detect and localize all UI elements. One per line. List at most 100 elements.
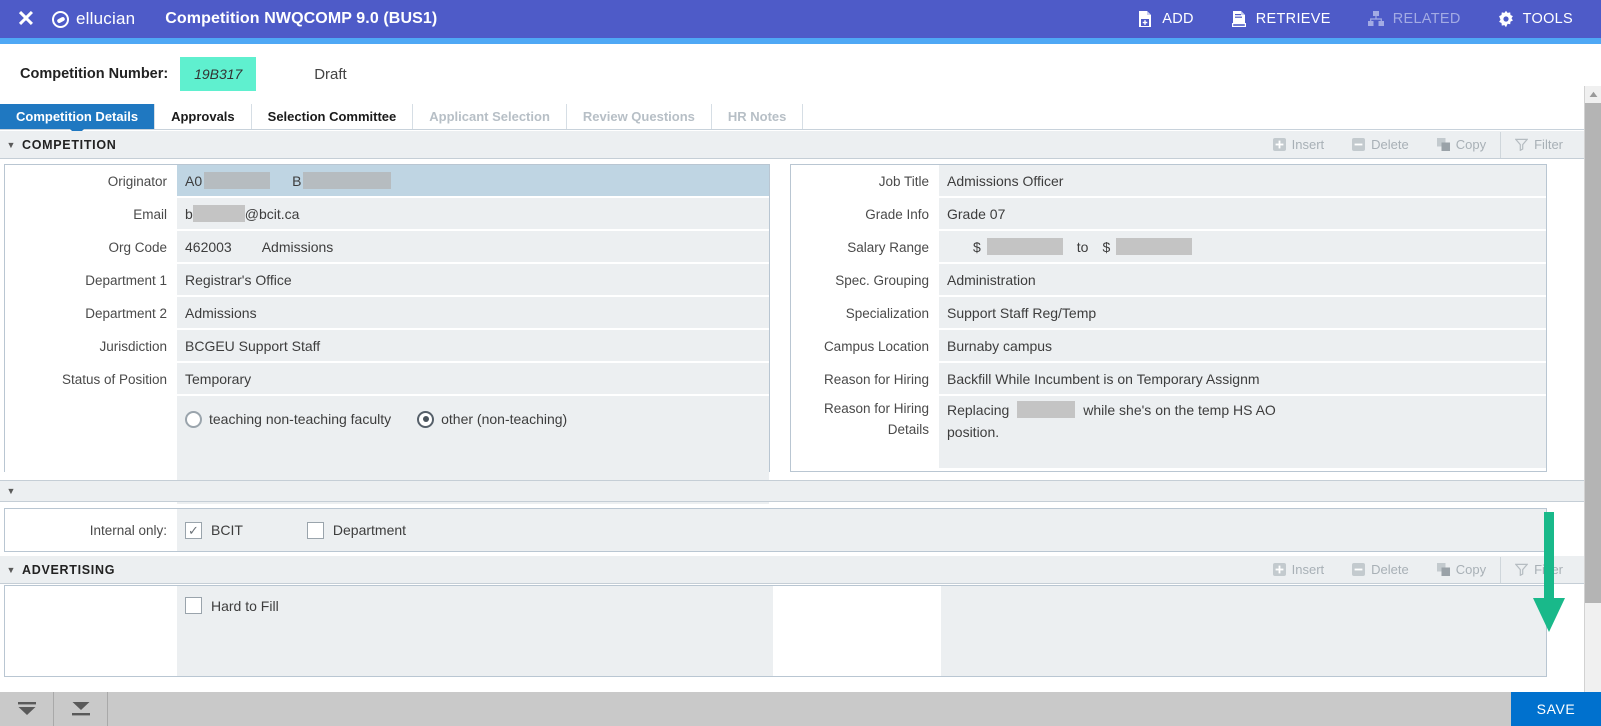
salary-range-joiner: to [1076,238,1089,255]
copy-icon [1436,563,1450,576]
tab-review-questions: Review Questions [566,104,712,129]
banner-application-window: ✕ ellucian Competition NWQCOMP 9.0 (BUS1… [0,0,1601,726]
competition-right-panel: Job Title Admissions Officer Grade Info … [790,164,1547,472]
checkbox-bcit[interactable]: ✓ BCIT [185,521,243,539]
delete-button[interactable]: Delete [1338,132,1423,158]
radio-teaching-non-teaching-faculty[interactable]: teaching non-teaching faculty [185,410,391,428]
advertising-insert-button[interactable]: Insert [1259,557,1339,583]
campus-location-label: Campus Location [791,330,939,363]
advertising-delete-button[interactable]: Delete [1338,557,1423,583]
competition-number-input[interactable]: 19B317 [180,57,257,91]
advertising-panel: Hard to Fill [4,585,1547,677]
advertising-delete-label: Delete [1371,562,1409,577]
tools-button[interactable]: TOOLS [1479,0,1591,38]
ellucian-mark-icon [52,10,69,28]
field-row-spec-grouping: Spec. Grouping Administration [791,264,1546,297]
email-redacted [192,205,245,222]
reason-for-hiring-value[interactable]: Backfill While Incumbent is on Temporary… [939,363,1546,396]
field-row-salary-range: Salary Range $ to $ [791,231,1546,264]
field-row-job-title: Job Title Admissions Officer [791,165,1546,198]
go-to-last-button[interactable] [54,692,108,726]
radio-other-non-teaching[interactable]: other (non-teaching) [417,410,567,428]
copy-button[interactable]: Copy [1423,132,1500,158]
caret-up-icon [1589,91,1598,97]
advertising-section-title: ADVERTISING [22,562,116,577]
reason-for-hiring-details-label: Reason for Hiring Details [791,396,939,468]
field-row-department-2: Department 2 Admissions [5,297,769,330]
tab-applicant-selection: Applicant Selection [413,104,567,129]
tab-competition-details[interactable]: Competition Details [0,104,156,129]
collapse-subsection-icon[interactable]: ▼ [0,486,22,496]
scroll-up-icon[interactable] [1585,86,1601,103]
grade-info-value[interactable]: Grade 07 [939,198,1546,231]
field-row-grade-info: Grade Info Grade 07 [791,198,1546,231]
reason-details-redacted [1017,401,1076,418]
teaching-type-options: teaching non-teaching faculty other (non… [177,396,769,442]
vertical-scrollbar[interactable] [1584,86,1601,692]
related-label: RELATED [1392,11,1461,27]
filter-button[interactable]: Filter [1500,131,1577,158]
campus-location-value[interactable]: Burnaby campus [939,330,1546,363]
annotation-arrow-down-icon [1533,512,1565,632]
department-1-label: Department 1 [5,264,177,297]
specialization-value[interactable]: Support Staff Reg/Temp [939,297,1546,330]
originator-name-redacted [303,172,392,189]
originator-value[interactable]: A0 B [177,165,769,198]
org-code-name: Admissions [261,238,334,255]
jurisdiction-value[interactable]: BCGEU Support Staff [177,330,769,363]
reason-details-suffix: while she's on the temp HS AO [1083,401,1276,418]
spec-grouping-value[interactable]: Administration [939,264,1546,297]
checkbox-department[interactable]: Department [306,521,406,539]
go-to-last-icon [71,702,90,716]
advertising-copy-label: Copy [1455,562,1487,577]
org-code-value[interactable]: 462003 Admissions [177,231,769,264]
field-row-internal-only: Internal only: ✓ BCIT Department [5,509,1546,551]
field-row-org-code: Org Code 462003 Admissions [5,231,769,264]
tab-bar: Competition Details Approvals Selection … [0,104,1601,130]
salary-range-value[interactable]: $ to $ [939,231,1546,264]
collapse-competition-icon[interactable]: ▼ [0,140,22,150]
job-title-value[interactable]: Admissions Officer [939,165,1546,198]
field-row-teaching-type: teaching non-teaching faculty other (non… [5,396,769,442]
department-2-value[interactable]: Admissions [177,297,769,330]
reason-details-line1: Replacing while she's on the temp HS AO [947,401,1276,418]
radio-icon-selected [417,410,435,428]
org-code-number: 462003 [185,238,232,255]
application-header: ✕ ellucian Competition NWQCOMP 9.0 (BUS1… [0,0,1601,38]
related-hierarchy-icon [1367,11,1384,26]
insert-button[interactable]: Insert [1259,132,1339,158]
collapse-advertising-icon[interactable]: ▼ [0,565,22,575]
job-title-label: Job Title [791,165,939,198]
originator-label: Originator [5,165,177,198]
go-to-first-button[interactable] [0,692,54,726]
department-1-value[interactable]: Registrar's Office [177,264,769,297]
email-value[interactable]: b @bcit.ca [177,198,769,231]
originator-id-redacted [204,172,271,189]
tab-selection-committee[interactable]: Selection Committee [251,104,414,129]
reason-for-hiring-details-value[interactable]: Replacing while she's on the temp HS AO … [939,396,1546,468]
tab-approvals[interactable]: Approvals [155,104,252,129]
salary-max-currency: $ [1102,238,1111,255]
hard-to-fill-cell: Hard to Fill [177,586,773,676]
checkbox-hard-to-fill[interactable]: Hard to Fill [185,597,279,614]
field-row-specialization: Specialization Support Staff Reg/Temp [791,297,1546,330]
save-button[interactable]: SAVE [1511,692,1601,726]
advertising-insert-label: Insert [1291,562,1325,577]
teaching-type-label [5,396,177,442]
retrieve-document-icon [1231,11,1246,27]
field-row-hard-to-fill: Hard to Fill [5,586,1546,676]
retrieve-button[interactable]: RETRIEVE [1212,0,1349,38]
tab-hr-notes: HR Notes [711,104,804,129]
internal-only-label: Internal only: [5,509,177,551]
delete-icon [1352,563,1366,576]
related-button[interactable]: RELATED [1349,0,1479,38]
status-bar: SAVE [0,692,1601,726]
close-icon[interactable]: ✕ [0,0,52,38]
org-code-label: Org Code [5,231,177,264]
insert-label: Insert [1291,137,1325,152]
competition-section-tools: Insert Delete Copy Filter [1259,131,1601,158]
advertising-copy-button[interactable]: Copy [1423,557,1500,583]
scrollbar-thumb[interactable] [1585,103,1601,603]
add-button[interactable]: ADD [1118,0,1212,38]
status-of-position-value[interactable]: Temporary [177,363,769,396]
